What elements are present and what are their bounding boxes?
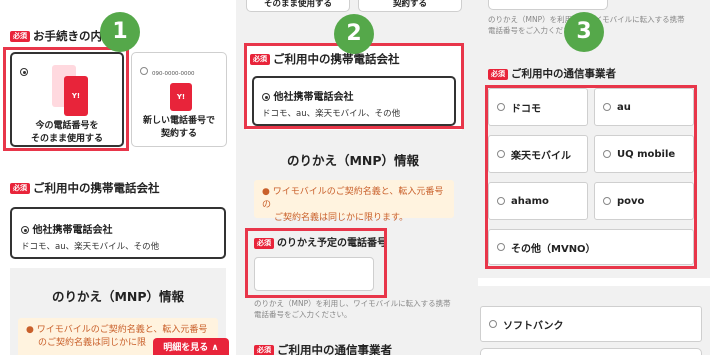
step-number-2: 2 <box>334 14 374 54</box>
radio-softbank[interactable] <box>489 320 497 328</box>
highlight-box-operators <box>485 85 697 269</box>
panel-step-2: そのまま使用する 契約する 必須 ご利用中の携帯電話会社 他社携帯電話会社 ドコモ… <box>236 0 470 355</box>
panel-step-1: 必須 お手続きの内容 Y! 今の電話番号を そのまま使用する 090-0000-0… <box>0 0 236 355</box>
mnp-notice: ● ワイモバイルのご契約名義と、転入元番号の ご契約名義は同じかに限ります。 <box>254 180 454 223</box>
operator-title: 必須 ご利用中の通信事業者 <box>254 342 392 355</box>
carrier-title: 必須 ご利用中の携帯電話会社 <box>10 180 160 196</box>
mnp-title: のりかえ（MNP）情報 <box>286 153 420 168</box>
carrier-softbank[interactable]: ソフトバンク <box>480 306 702 342</box>
option-new-line1: 新しい電話番号で <box>142 116 215 126</box>
operator-title: 必須 ご利用中の通信事業者 <box>488 66 616 81</box>
details-button[interactable]: 明細を見る ∧ <box>153 338 229 355</box>
radio-new-number[interactable] <box>140 67 148 75</box>
step-number-3: 3 <box>564 12 604 52</box>
keep-number-button-partial[interactable]: そのまま使用する <box>246 0 350 12</box>
mnp-title: のりかえ（MNP）情報 <box>51 289 185 304</box>
carrier-option-sub: ドコモ、au、楽天モバイル、その他 <box>21 242 160 252</box>
sample-number: 090-0000-0000 <box>152 71 195 77</box>
next-option-partial[interactable] <box>480 348 702 355</box>
option-new-line2: 契約する <box>160 129 197 139</box>
phone-illustration-new: Y! <box>170 83 192 111</box>
procedure-title: 必須 お手続きの内容 <box>10 28 114 44</box>
phone-number-input-partial[interactable] <box>488 0 608 10</box>
carrier-option-label: 他社携帯電話会社 <box>32 225 113 236</box>
new-number-button-partial[interactable]: 契約する <box>358 0 462 12</box>
warning-icon: ● <box>26 325 34 335</box>
required-badge: 必須 <box>10 31 30 42</box>
panel-step-3: のりかえ（MNP）を利用し、ワイモバイルに転入する携帯 電話番号をご入力ください… <box>470 0 710 355</box>
phone-hint: のりかえ（MNP）を利用し、ワイモバイルに転入する携帯 電話番号をご入力ください… <box>254 299 451 319</box>
step-number-1: 1 <box>100 12 140 52</box>
highlight-box-phone <box>245 228 387 298</box>
highlight-box-procedure <box>3 47 129 151</box>
radio-other-carrier[interactable] <box>21 226 29 234</box>
highlight-box-carrier <box>244 43 464 129</box>
carrier-option-other[interactable]: 他社携帯電話会社 ドコモ、au、楽天モバイル、その他 <box>10 207 226 259</box>
divider <box>478 278 710 286</box>
warning-icon: ● <box>262 187 270 197</box>
option-new-number[interactable]: 090-0000-0000 Y! 新しい電話番号で 契約する <box>131 52 227 147</box>
